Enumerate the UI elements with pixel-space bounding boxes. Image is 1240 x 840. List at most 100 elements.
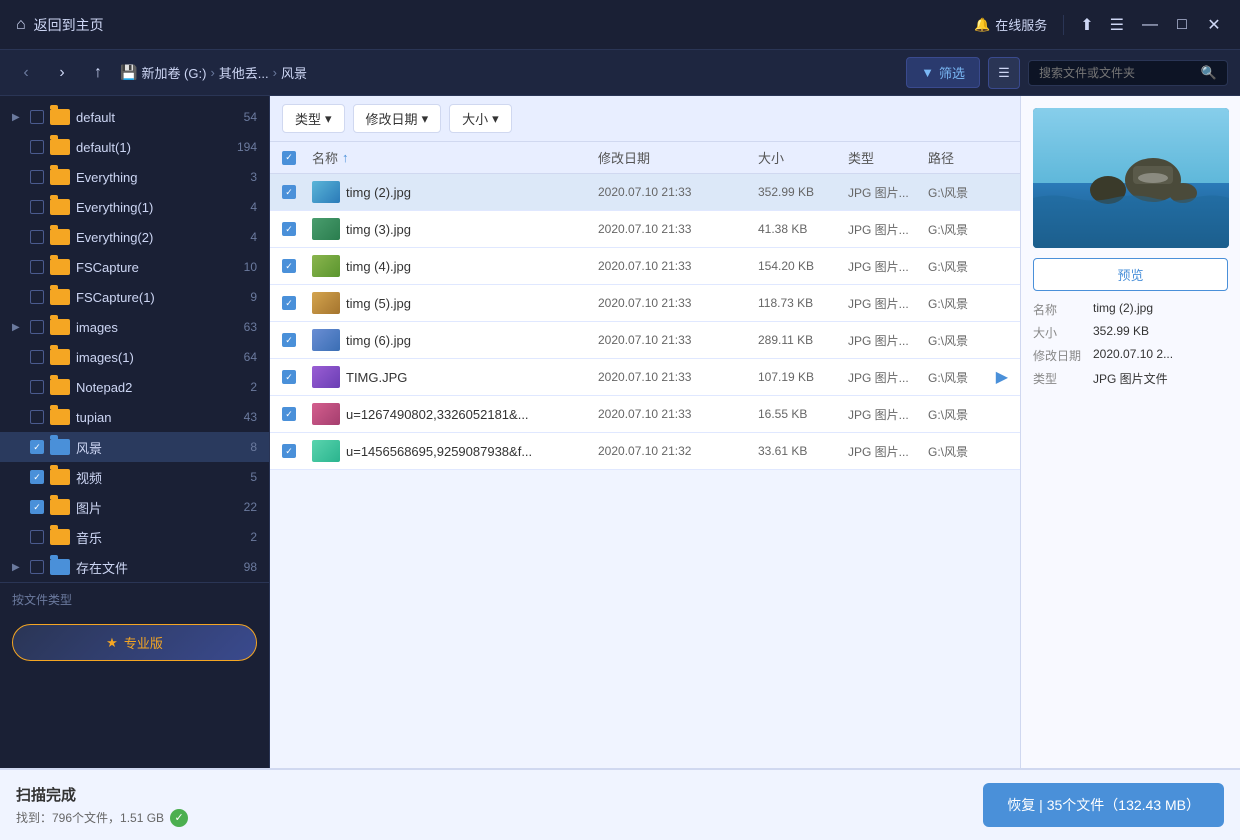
- home-label: 返回到主页: [34, 15, 104, 35]
- file-checkbox[interactable]: [282, 222, 296, 236]
- checkbox-tupian[interactable]: [30, 410, 44, 424]
- up-button[interactable]: ↑: [84, 59, 112, 87]
- filter-button[interactable]: ▼ 筛选: [906, 57, 980, 88]
- folder-icon-everything2: [50, 229, 70, 245]
- table-row[interactable]: u=1456568695,9259087938&f... 2020.07.10 …: [270, 433, 1020, 470]
- breadcrumb-folder2[interactable]: 风景: [281, 63, 307, 82]
- checkbox-fengjing[interactable]: [30, 440, 44, 454]
- file-date: 2020.07.10 21:32: [598, 444, 758, 458]
- sidebar-item-fengjing[interactable]: 风景 8: [0, 432, 269, 462]
- home-nav[interactable]: ⌂ 返回到主页: [16, 15, 104, 35]
- sidebar-item-fscapture1[interactable]: FSCapture(1) 9: [0, 282, 269, 312]
- play-icon[interactable]: ▶: [996, 367, 1008, 387]
- sidebar-item-fscapture[interactable]: FSCapture 10: [0, 252, 269, 282]
- checkbox-images1[interactable]: [30, 350, 44, 364]
- table-row[interactable]: TIMG.JPG 2020.07.10 21:33 107.19 KB JPG …: [270, 359, 1020, 396]
- filter-size[interactable]: 大小 ▾: [449, 104, 512, 133]
- row-check[interactable]: [282, 222, 312, 236]
- table-row[interactable]: timg (3).jpg 2020.07.10 21:33 41.38 KB J…: [270, 211, 1020, 248]
- checkbox-tupian2[interactable]: [30, 500, 44, 514]
- checkbox-default1[interactable]: [30, 140, 44, 154]
- checkbox-images[interactable]: [30, 320, 44, 334]
- view-menu-button[interactable]: ☰: [988, 57, 1020, 89]
- sidebar-item-notepad2[interactable]: Notepad2 2: [0, 372, 269, 402]
- scan-info: 扫描完成 找到：796个文件，1.51 GB ✓: [16, 784, 971, 827]
- row-check[interactable]: [282, 333, 312, 347]
- table-row[interactable]: timg (5).jpg 2020.07.10 21:33 118.73 KB …: [270, 285, 1020, 322]
- sidebar-item-default1[interactable]: default(1) 194: [0, 132, 269, 162]
- row-check[interactable]: [282, 296, 312, 310]
- upload-icon[interactable]: ⬆: [1080, 15, 1093, 35]
- breadcrumb-folder1[interactable]: 其他丢...: [219, 63, 269, 82]
- sidebar-item-everything2[interactable]: Everything(2) 4: [0, 222, 269, 252]
- list-icon: ☰: [998, 65, 1010, 81]
- checkbox-everything[interactable]: [30, 170, 44, 184]
- checkbox-yinyue[interactable]: [30, 530, 44, 544]
- checkbox-cunzai[interactable]: [30, 560, 44, 574]
- back-button[interactable]: ‹: [12, 59, 40, 87]
- table-row[interactable]: timg (6).jpg 2020.07.10 21:33 289.11 KB …: [270, 322, 1020, 359]
- sidebar-item-default[interactable]: ▶ default 54: [0, 102, 269, 132]
- checkbox-fscapture[interactable]: [30, 260, 44, 274]
- sidebar-item-yinyue[interactable]: 音乐 2: [0, 522, 269, 552]
- maximize-button[interactable]: □: [1172, 15, 1192, 35]
- file-checkbox[interactable]: [282, 296, 296, 310]
- info-date-row: 修改日期 2020.07.10 2...: [1033, 347, 1228, 364]
- file-checkbox[interactable]: [282, 259, 296, 273]
- table-row[interactable]: u=1267490802,3326052181&... 2020.07.10 2…: [270, 396, 1020, 433]
- preview-button[interactable]: 预览: [1033, 258, 1228, 291]
- row-check[interactable]: [282, 407, 312, 421]
- sidebar-item-tupian[interactable]: tupian 43: [0, 402, 269, 432]
- minimize-button[interactable]: —: [1140, 15, 1160, 35]
- file-checkbox[interactable]: [282, 370, 296, 384]
- header-date[interactable]: 修改日期: [598, 148, 758, 167]
- sidebar-item-everything[interactable]: Everything 3: [0, 162, 269, 192]
- sidebar-item-everything1[interactable]: Everything(1) 4: [0, 192, 269, 222]
- pro-button[interactable]: ★ 专业版: [12, 624, 257, 661]
- info-type-row: 类型 JPG 图片文件: [1033, 370, 1228, 387]
- sidebar-item-images[interactable]: ▶ images 63: [0, 312, 269, 342]
- file-checkbox[interactable]: [282, 185, 296, 199]
- header-size[interactable]: 大小: [758, 148, 848, 167]
- file-name-cell: u=1267490802,3326052181&...: [312, 403, 598, 425]
- header-check[interactable]: [282, 151, 312, 165]
- header-name[interactable]: 名称 ↑: [312, 148, 598, 167]
- file-name: timg (5).jpg: [346, 296, 411, 311]
- table-row[interactable]: timg (2).jpg 2020.07.10 21:33 352.99 KB …: [270, 174, 1020, 211]
- restore-button[interactable]: 恢复 | 35个文件（132.43 MB）: [983, 783, 1224, 827]
- breadcrumb-drive[interactable]: 新加卷 (G:): [141, 63, 206, 82]
- sidebar-item-shipin[interactable]: 视频 5: [0, 462, 269, 492]
- header-path[interactable]: 路径: [928, 148, 1008, 167]
- close-button[interactable]: ✕: [1204, 15, 1224, 35]
- header-type[interactable]: 类型: [848, 148, 928, 167]
- file-name: timg (2).jpg: [346, 185, 411, 200]
- filter-type[interactable]: 类型 ▾: [282, 104, 345, 133]
- checkbox-everything2[interactable]: [30, 230, 44, 244]
- row-check[interactable]: [282, 444, 312, 458]
- filter-date[interactable]: 修改日期 ▾: [353, 104, 442, 133]
- file-name: timg (6).jpg: [346, 333, 411, 348]
- forward-button[interactable]: ›: [48, 59, 76, 87]
- checkbox-notepad2[interactable]: [30, 380, 44, 394]
- sidebar-item-tupian2[interactable]: 图片 22: [0, 492, 269, 522]
- online-service[interactable]: 🔔 在线服务: [974, 15, 1047, 34]
- file-type: JPG 图片...: [848, 406, 928, 423]
- folder-icon-images1: [50, 349, 70, 365]
- menu-icon[interactable]: ☰: [1110, 15, 1124, 35]
- info-size-row: 大小 352.99 KB: [1033, 324, 1228, 341]
- checkbox-everything1[interactable]: [30, 200, 44, 214]
- search-input[interactable]: [1039, 66, 1195, 80]
- row-check[interactable]: [282, 259, 312, 273]
- file-checkbox[interactable]: [282, 407, 296, 421]
- table-row[interactable]: timg (4).jpg 2020.07.10 21:33 154.20 KB …: [270, 248, 1020, 285]
- checkbox-fscapture1[interactable]: [30, 290, 44, 304]
- sidebar-item-cunzai[interactable]: ▶ 存在文件 98: [0, 552, 269, 582]
- row-check[interactable]: [282, 370, 312, 384]
- folder-icon-tupian2: [50, 499, 70, 515]
- file-checkbox[interactable]: [282, 333, 296, 347]
- checkbox-shipin[interactable]: [30, 470, 44, 484]
- row-check[interactable]: [282, 185, 312, 199]
- sidebar-item-images1[interactable]: images(1) 64: [0, 342, 269, 372]
- checkbox-default[interactable]: [30, 110, 44, 124]
- file-checkbox[interactable]: [282, 444, 296, 458]
